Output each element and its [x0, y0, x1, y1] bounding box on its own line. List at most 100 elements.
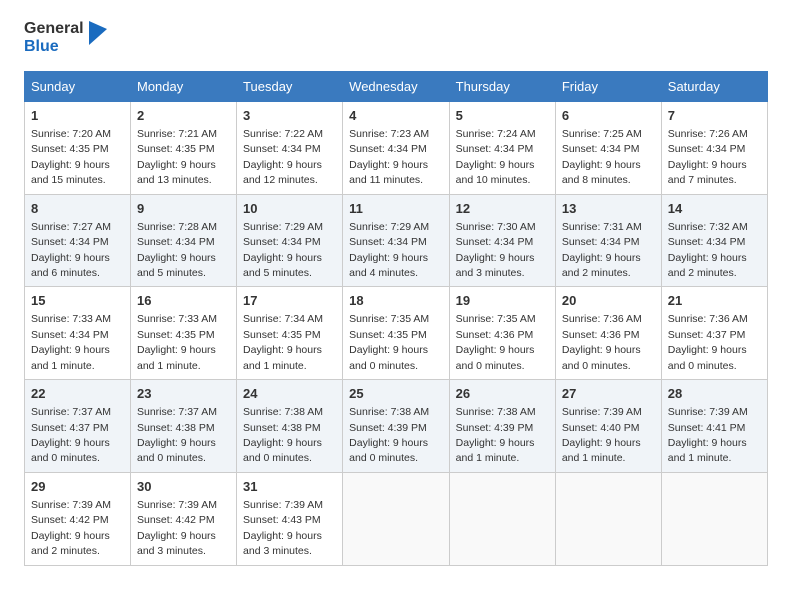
calendar-day-cell: 27 Sunrise: 7:39 AMSunset: 4:40 PMDayligh… — [555, 380, 661, 473]
weekday-header-sunday: Sunday — [25, 71, 131, 101]
day-number: 28 — [668, 385, 761, 403]
calendar-day-cell — [661, 472, 767, 565]
header: General Blue — [24, 20, 768, 57]
calendar-day-cell: 12 Sunrise: 7:30 AMSunset: 4:34 PMDayligh… — [449, 194, 555, 287]
day-info: Sunrise: 7:20 AMSunset: 4:35 PMDaylight:… — [31, 128, 111, 186]
calendar-table: SundayMondayTuesdayWednesdayThursdayFrid… — [24, 71, 768, 566]
day-info: Sunrise: 7:30 AMSunset: 4:34 PMDaylight:… — [456, 221, 536, 279]
calendar-day-cell: 23 Sunrise: 7:37 AMSunset: 4:38 PMDayligh… — [131, 380, 237, 473]
calendar-day-cell: 26Sunrise: 7:38 AMSunset: 4:39 PMDayligh… — [449, 380, 555, 473]
day-info: Sunrise: 7:39 AMSunset: 4:42 PMDaylight:… — [137, 499, 217, 557]
day-number: 26 — [456, 385, 549, 403]
calendar-week-row: 8 Sunrise: 7:27 AMSunset: 4:34 PMDaylight… — [25, 194, 768, 287]
day-number: 17 — [243, 292, 336, 310]
calendar-week-row: 15Sunrise: 7:33 AMSunset: 4:34 PMDayligh… — [25, 287, 768, 380]
day-number: 30 — [137, 478, 230, 496]
day-info: Sunrise: 7:37 AMSunset: 4:38 PMDaylight:… — [137, 406, 217, 464]
calendar-week-row: 22Sunrise: 7:37 AMSunset: 4:37 PMDayligh… — [25, 380, 768, 473]
day-number: 7 — [668, 107, 761, 125]
day-info: Sunrise: 7:35 AMSunset: 4:35 PMDaylight:… — [349, 313, 429, 371]
calendar-day-cell: 1 Sunrise: 7:20 AMSunset: 4:35 PMDaylight… — [25, 101, 131, 194]
day-number: 21 — [668, 292, 761, 310]
calendar-day-cell: 24Sunrise: 7:38 AMSunset: 4:38 PMDayligh… — [237, 380, 343, 473]
logo: General Blue — [24, 20, 109, 57]
day-number: 23 — [137, 385, 230, 403]
day-info: Sunrise: 7:25 AMSunset: 4:34 PMDaylight:… — [562, 128, 642, 186]
day-number: 3 — [243, 107, 336, 125]
calendar-day-cell: 21 Sunrise: 7:36 AMSunset: 4:37 PMDayligh… — [661, 287, 767, 380]
calendar-day-cell: 6 Sunrise: 7:25 AMSunset: 4:34 PMDaylight… — [555, 101, 661, 194]
calendar-day-cell: 19 Sunrise: 7:35 AMSunset: 4:36 PMDayligh… — [449, 287, 555, 380]
calendar-day-cell: 11Sunrise: 7:29 AMSunset: 4:34 PMDayligh… — [343, 194, 449, 287]
weekday-header-thursday: Thursday — [449, 71, 555, 101]
day-number: 19 — [456, 292, 549, 310]
day-info: Sunrise: 7:39 AMSunset: 4:40 PMDaylight:… — [562, 406, 642, 464]
calendar-day-cell — [343, 472, 449, 565]
day-number: 5 — [456, 107, 549, 125]
day-number: 31 — [243, 478, 336, 496]
day-info: Sunrise: 7:27 AMSunset: 4:34 PMDaylight:… — [31, 221, 111, 279]
weekday-header-row: SundayMondayTuesdayWednesdayThursdayFrid… — [25, 71, 768, 101]
logo-blue: Blue — [24, 38, 84, 56]
day-info: Sunrise: 7:22 AMSunset: 4:34 PMDaylight:… — [243, 128, 323, 186]
day-number: 16 — [137, 292, 230, 310]
day-number: 20 — [562, 292, 655, 310]
logo-flag-icon — [87, 19, 109, 49]
calendar-day-cell: 15Sunrise: 7:33 AMSunset: 4:34 PMDayligh… — [25, 287, 131, 380]
day-number: 4 — [349, 107, 442, 125]
day-info: Sunrise: 7:39 AMSunset: 4:43 PMDaylight:… — [243, 499, 323, 557]
calendar-day-cell: 17 Sunrise: 7:34 AMSunset: 4:35 PMDayligh… — [237, 287, 343, 380]
calendar-header: SundayMondayTuesdayWednesdayThursdayFrid… — [25, 71, 768, 101]
day-info: Sunrise: 7:21 AMSunset: 4:35 PMDaylight:… — [137, 128, 217, 186]
day-info: Sunrise: 7:38 AMSunset: 4:38 PMDaylight:… — [243, 406, 323, 464]
day-number: 13 — [562, 200, 655, 218]
calendar-day-cell — [555, 472, 661, 565]
calendar-day-cell: 2Sunrise: 7:21 AMSunset: 4:35 PMDaylight… — [131, 101, 237, 194]
calendar-day-cell: 10Sunrise: 7:29 AMSunset: 4:34 PMDayligh… — [237, 194, 343, 287]
calendar-day-cell: 16Sunrise: 7:33 AMSunset: 4:35 PMDayligh… — [131, 287, 237, 380]
day-info: Sunrise: 7:38 AMSunset: 4:39 PMDaylight:… — [349, 406, 429, 464]
day-number: 22 — [31, 385, 124, 403]
weekday-header-monday: Monday — [131, 71, 237, 101]
calendar-day-cell: 8 Sunrise: 7:27 AMSunset: 4:34 PMDaylight… — [25, 194, 131, 287]
day-info: Sunrise: 7:35 AMSunset: 4:36 PMDaylight:… — [456, 313, 536, 371]
calendar-day-cell — [449, 472, 555, 565]
logo-general: General — [24, 20, 84, 38]
day-info: Sunrise: 7:39 AMSunset: 4:41 PMDaylight:… — [668, 406, 748, 464]
weekday-header-tuesday: Tuesday — [237, 71, 343, 101]
day-info: Sunrise: 7:29 AMSunset: 4:34 PMDaylight:… — [349, 221, 429, 279]
day-info: Sunrise: 7:33 AMSunset: 4:34 PMDaylight:… — [31, 313, 111, 371]
day-number: 27 — [562, 385, 655, 403]
day-number: 10 — [243, 200, 336, 218]
calendar-week-row: 29 Sunrise: 7:39 AMSunset: 4:42 PMDayligh… — [25, 472, 768, 565]
day-number: 8 — [31, 200, 124, 218]
calendar-day-cell: 30 Sunrise: 7:39 AMSunset: 4:42 PMDayligh… — [131, 472, 237, 565]
calendar-day-cell: 29 Sunrise: 7:39 AMSunset: 4:42 PMDayligh… — [25, 472, 131, 565]
calendar-week-row: 1 Sunrise: 7:20 AMSunset: 4:35 PMDaylight… — [25, 101, 768, 194]
day-info: Sunrise: 7:26 AMSunset: 4:34 PMDaylight:… — [668, 128, 748, 186]
day-info: Sunrise: 7:34 AMSunset: 4:35 PMDaylight:… — [243, 313, 323, 371]
day-info: Sunrise: 7:36 AMSunset: 4:36 PMDaylight:… — [562, 313, 642, 371]
calendar-day-cell: 31 Sunrise: 7:39 AMSunset: 4:43 PMDayligh… — [237, 472, 343, 565]
day-info: Sunrise: 7:39 AMSunset: 4:42 PMDaylight:… — [31, 499, 111, 557]
day-number: 14 — [668, 200, 761, 218]
calendar-day-cell: 22Sunrise: 7:37 AMSunset: 4:37 PMDayligh… — [25, 380, 131, 473]
calendar-day-cell: 7 Sunrise: 7:26 AMSunset: 4:34 PMDaylight… — [661, 101, 767, 194]
day-info: Sunrise: 7:23 AMSunset: 4:34 PMDaylight:… — [349, 128, 429, 186]
calendar-day-cell: 13 Sunrise: 7:31 AMSunset: 4:34 PMDayligh… — [555, 194, 661, 287]
day-info: Sunrise: 7:31 AMSunset: 4:34 PMDaylight:… — [562, 221, 642, 279]
day-number: 29 — [31, 478, 124, 496]
calendar-day-cell: 28 Sunrise: 7:39 AMSunset: 4:41 PMDayligh… — [661, 380, 767, 473]
calendar-day-cell: 9 Sunrise: 7:28 AMSunset: 4:34 PMDaylight… — [131, 194, 237, 287]
day-info: Sunrise: 7:36 AMSunset: 4:37 PMDaylight:… — [668, 313, 748, 371]
weekday-header-friday: Friday — [555, 71, 661, 101]
calendar-day-cell: 4 Sunrise: 7:23 AMSunset: 4:34 PMDaylight… — [343, 101, 449, 194]
day-info: Sunrise: 7:28 AMSunset: 4:34 PMDaylight:… — [137, 221, 217, 279]
day-number: 1 — [31, 107, 124, 125]
calendar-day-cell: 20 Sunrise: 7:36 AMSunset: 4:36 PMDayligh… — [555, 287, 661, 380]
day-number: 12 — [456, 200, 549, 218]
day-number: 25 — [349, 385, 442, 403]
calendar-day-cell: 3 Sunrise: 7:22 AMSunset: 4:34 PMDaylight… — [237, 101, 343, 194]
day-number: 6 — [562, 107, 655, 125]
day-number: 9 — [137, 200, 230, 218]
